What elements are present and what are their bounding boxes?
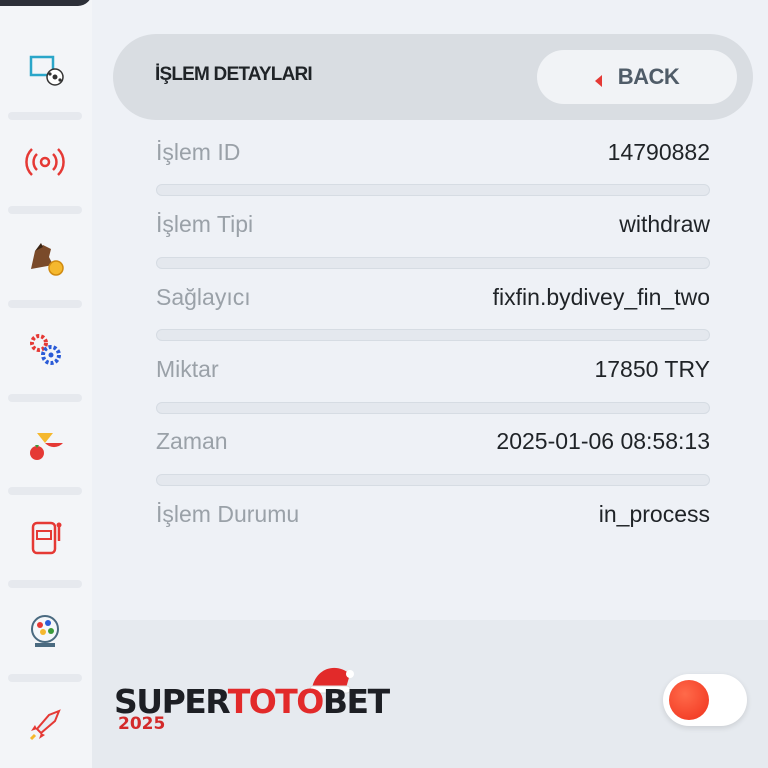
horse-racing-icon (31, 243, 64, 276)
sidebar-divider (8, 206, 82, 214)
back-arrow-icon (594, 75, 602, 87)
detail-label: Sağlayıcı (156, 283, 251, 310)
detail-label: İşlem Tipi (156, 210, 254, 237)
brand-logo-year: 2025 (118, 714, 166, 734)
sidebar-divider (8, 394, 82, 402)
sidebar-divider (8, 112, 82, 120)
sidebar (0, 0, 92, 768)
row-divider (156, 474, 710, 486)
slot-machine-icon (31, 521, 62, 555)
sidebar-item-games[interactable] (18, 322, 72, 376)
sidebar-divider (8, 580, 82, 588)
sidebar-item-live[interactable] (18, 135, 72, 189)
sidebar-item-fruit-slots[interactable] (18, 416, 72, 470)
detail-value: 14790882 (607, 138, 710, 165)
detail-value: 2025-01-06 08:58:13 (496, 427, 710, 454)
page-title: İŞLEM DETAYLARI (155, 64, 313, 85)
row-divider (156, 184, 710, 196)
detail-row-transaction-type: İşlem Tipi withdraw (156, 204, 710, 244)
sidebar-divider (8, 487, 82, 495)
row-divider (156, 329, 710, 341)
sidebar-item-sports[interactable] (18, 42, 72, 96)
detail-label: İşlem Durumu (156, 500, 300, 527)
toggle-knob (669, 680, 709, 720)
detail-label: Miktar (156, 355, 219, 382)
detail-row-transaction-id: İşlem ID 14790882 (156, 132, 710, 172)
sidebar-divider (8, 300, 82, 308)
sports-icon (29, 55, 64, 86)
detail-value: 17850 TRY (594, 355, 710, 382)
detail-row-provider: Sağlayıcı fixfin.bydivey_fin_two (156, 277, 710, 317)
sidebar-top-tab (0, 0, 92, 6)
lottery-icon (31, 615, 59, 647)
theme-toggle[interactable] (663, 674, 747, 726)
fruit-slots-icon (30, 433, 63, 460)
detail-label: Zaman (156, 427, 228, 454)
brand-logo-part: BET (322, 682, 390, 721)
sidebar-item-slot-machine[interactable] (18, 510, 72, 564)
row-divider (156, 257, 710, 269)
detail-value: fixfin.bydivey_fin_two (492, 283, 710, 310)
sidebar-item-lottery[interactable] (18, 604, 72, 658)
detail-value: in_process (598, 500, 710, 527)
sidebar-item-horse-racing[interactable] (18, 230, 72, 284)
live-icon (25, 148, 65, 176)
sidebar-divider (8, 674, 82, 682)
detail-row-time: Zaman 2025-01-06 08:58:13 (156, 421, 710, 461)
brand-logo-part: TOTO (227, 682, 325, 721)
back-button[interactable]: BACK (537, 50, 737, 104)
rocket-icon (29, 709, 61, 741)
games-icon (30, 334, 61, 365)
row-divider (156, 402, 710, 414)
detail-label: İşlem ID (156, 138, 241, 165)
detail-value: withdraw (619, 210, 710, 237)
back-button-label: BACK (617, 64, 680, 89)
detail-row-amount: Miktar 17850 TRY (156, 349, 710, 389)
sidebar-item-rocket[interactable] (18, 698, 72, 752)
detail-row-status: İşlem Durumu in_process (156, 494, 710, 534)
brand-logo[interactable]: SUPERTOTOBET 2025 (110, 660, 400, 740)
